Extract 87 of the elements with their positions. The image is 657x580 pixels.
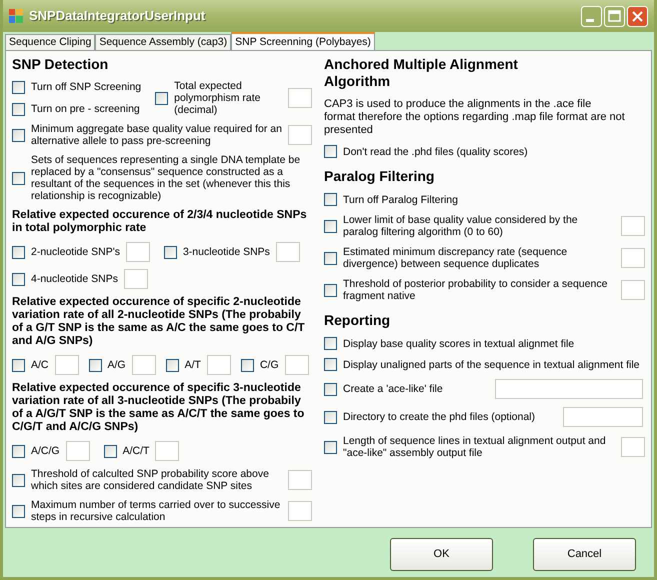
checkbox-label: A/T [184,359,201,371]
checkbox[interactable] [324,145,337,158]
dialog-button[interactable]: Cancel [533,538,636,571]
checkbox-label: Create a 'ace-like' file [343,383,444,395]
input-field[interactable] [124,269,148,289]
checkbox-label: A/C [31,359,49,371]
checkbox[interactable] [88,358,102,372]
section-heading: Reporting [324,312,392,329]
checkbox[interactable] [324,410,337,424]
checkbox-label: Display unaligned parts of the sequence in textual alignment file [343,358,641,370]
checkbox[interactable] [324,358,337,371]
checkbox-label: Turn off Paralog Filtering [343,194,459,206]
checkbox[interactable] [324,440,337,454]
checkbox-label: Minimum aggregate base quality value required for an alternative allele to pass pre-screening [31,123,282,147]
checkbox-label: Length of sequence lines in textual alignment output and "ace-like" assembly output file [343,435,607,459]
checkbox[interactable] [12,102,25,116]
input-field[interactable] [132,355,156,375]
input-field[interactable] [288,125,312,145]
checkbox[interactable] [324,284,337,296]
input-field[interactable] [621,280,645,300]
checkbox-label: Turn on pre - screening [31,103,140,115]
section-subheading: Relative expected occurence of specific 2-nucleotide variation rate of all 2-nucleotide SNPs (The probabily of a G/T SNP is the same as A/C the same goes to C/T and A/G SNPs) [12,296,306,348]
checkbox-label: A/G [108,359,126,371]
checkbox-label: Estimated minimum discrepancy rate (sequence divergence) between sequence duplicates [343,246,568,270]
app-icon [9,9,23,23]
input-field[interactable] [54,355,79,375]
input-field[interactable] [621,437,645,457]
checkbox-label: Sets of sequences representing a single DNA template be replaced by a "consensus" sequence constructed as a resultant of the sequences in the set (whenever this this relationship is recognizable) [31,154,302,202]
checkbox[interactable] [12,246,25,258]
tab[interactable]: SNP Screenning (Polybayes) [231,32,375,50]
checkbox-label: Threshold of calculted SNP probability score above which sites are considered candidate SNP sites [31,468,270,492]
checkbox-label: Threshold of posterior probability to consider a sequence fragment native [343,278,608,302]
checkbox-label: Display base quality scores in textual alignmet file [343,338,576,350]
checkbox[interactable] [166,358,179,372]
checkbox-label: Lower limit of base quality value considered by the paralog filtering algorithm (0 to 60) [343,214,579,238]
input-field[interactable] [621,248,645,268]
checkbox[interactable] [240,358,254,372]
checkbox-label: A/C/G [31,445,60,457]
dialog-button[interactable]: OK [390,538,493,571]
checkbox-label: Total expected polymorphism rate (decimal) [174,80,262,116]
checkbox[interactable] [12,474,25,486]
checkbox[interactable] [324,220,337,232]
input-field[interactable] [621,216,645,236]
checkbox[interactable] [12,172,25,184]
checkbox-label: 3-nucleotide SNPs [182,246,270,258]
checkbox[interactable] [12,504,25,518]
section-heading: Anchored Multiple Alignment Algorithm [324,56,519,90]
input-field[interactable] [288,501,312,521]
window-title: SNPDataIntegratorUserInput [29,7,206,26]
checkbox[interactable] [324,337,337,350]
section-heading: Paralog Filtering [324,168,436,185]
checkbox[interactable] [324,382,337,396]
checkbox[interactable] [12,80,25,94]
input-field[interactable] [126,242,150,262]
checkbox-label: A/C/T [122,445,150,457]
checkbox[interactable] [12,128,25,142]
section-subheading: Relative expected occurence of 2/3/4 nucleotide SNPs in total polymorphic rate [12,209,308,235]
checkbox-label: 4-nucleotide SNPs [31,273,118,285]
tab[interactable]: Sequence Cliping [5,34,96,50]
checkbox[interactable] [324,252,337,264]
input-field[interactable] [563,407,643,427]
checkbox[interactable] [12,358,25,372]
checkbox[interactable] [12,444,25,458]
checkbox[interactable] [324,193,337,206]
input-field[interactable] [66,441,90,461]
checkbox-label: C/G [260,359,279,371]
checkbox[interactable] [104,444,117,458]
section-heading: SNP Detection [12,56,110,73]
checkbox[interactable] [164,246,177,258]
input-field[interactable] [495,379,643,399]
input-field[interactable] [288,88,312,108]
checkbox-label: Don't read the .phd files (quality scores) [343,146,529,158]
input-field[interactable] [284,355,309,375]
checkbox-label: Turn off SNP Screening [31,81,142,93]
checkbox[interactable] [12,272,25,286]
checkbox-label: Maximum number of terms carried over to successive steps in recursive calculation [31,499,282,523]
input-field[interactable] [288,470,312,490]
input-field[interactable] [276,242,300,262]
section-subheading: Relative expected occurence of specific 3-nucleotide variation rate of all 3-nucleotide SNPs (The probabily of a A/G/T SNP is the same as A/C/T the same goes to C/G/T and A/C/G SNPs) [12,382,306,434]
input-field[interactable] [155,441,180,461]
input-field[interactable] [206,355,231,375]
close-icon[interactable] [627,6,648,26]
info-text: CAP3 is used to produce the alignments in the .ace file format therefore the options regarding .map file format are not presented [324,98,626,137]
tab[interactable]: Sequence Assembly (cap3) [95,34,232,50]
checkbox-label: Directory to create the phd files (optional) [343,411,536,423]
checkbox[interactable] [155,92,168,104]
checkbox-label: 2-nucleotide SNP's [31,246,120,258]
